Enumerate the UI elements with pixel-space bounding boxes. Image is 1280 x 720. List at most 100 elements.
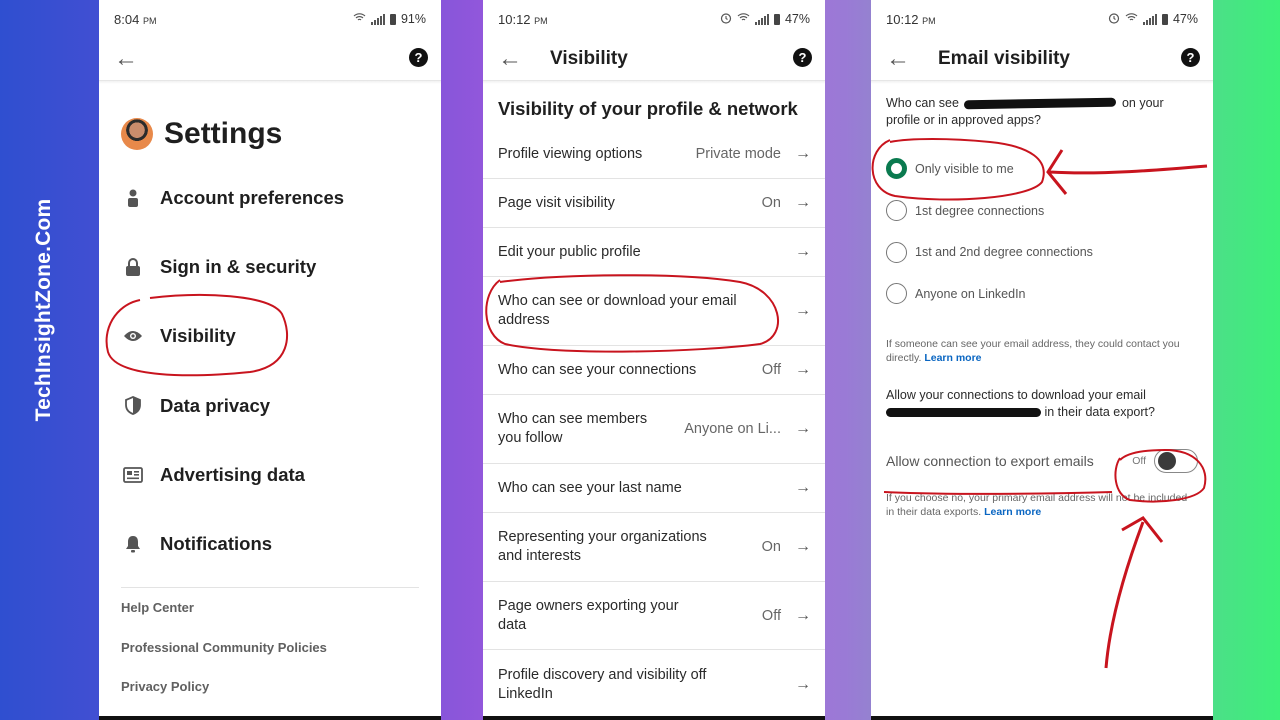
menu-item-label: Visibility bbox=[160, 325, 236, 347]
help-icon[interactable]: ? bbox=[1181, 48, 1200, 67]
arrow-right-icon: → bbox=[795, 606, 811, 624]
radio-1st-degree[interactable]: 1st degree connections bbox=[871, 190, 1213, 232]
avatar[interactable] bbox=[121, 118, 153, 150]
radio-label: 1st and 2nd degree connections bbox=[915, 245, 1093, 260]
help-icon[interactable]: ? bbox=[793, 48, 812, 67]
person-icon bbox=[123, 188, 143, 208]
visibility-screen: 10:12 PM 47% ← Visibility ? Visibility o… bbox=[483, 0, 825, 720]
footer-link-privacy-policy[interactable]: Privacy Policy bbox=[99, 667, 441, 707]
menu-item-advertising-data[interactable]: Advertising data bbox=[99, 440, 441, 509]
battery-icon bbox=[1161, 13, 1168, 25]
radio-1st-2nd-degree[interactable]: 1st and 2nd degree connections bbox=[871, 231, 1213, 273]
row-connections-visibility[interactable]: Who can see your connections Off → bbox=[483, 346, 825, 395]
status-bar: 10:12 PM 47% bbox=[871, 0, 1213, 38]
app-bar: ← ? bbox=[99, 38, 441, 80]
radio-only-visible-to-me[interactable]: Only visible to me bbox=[871, 148, 1213, 190]
toggle-knob bbox=[1158, 451, 1176, 470]
menu-item-account-preferences[interactable]: Account preferences bbox=[99, 163, 441, 232]
settings-screen: 8:04 PM 91% ← ? Settings Account prefere… bbox=[99, 0, 441, 720]
arrow-right-icon: → bbox=[795, 420, 811, 437]
radio-icon[interactable] bbox=[886, 283, 907, 305]
learn-more-link[interactable]: Learn more bbox=[984, 506, 1041, 518]
radio-anyone-on-linkedin[interactable]: Anyone on LinkedIn bbox=[871, 273, 1213, 315]
bell-icon bbox=[123, 534, 143, 554]
menu-item-sign-in-security[interactable]: Sign in & security bbox=[99, 232, 441, 301]
home-bar bbox=[99, 716, 441, 720]
wifi-icon bbox=[353, 12, 366, 26]
radio-label: 1st degree connections bbox=[915, 203, 1045, 218]
status-icons: 91% bbox=[353, 12, 426, 26]
row-label: Profile viewing options bbox=[498, 145, 643, 162]
alarm-icon bbox=[720, 12, 732, 27]
page-title: Email visibility bbox=[938, 48, 1070, 69]
battery-percent: 47% bbox=[784, 12, 810, 26]
status-icons: 47% bbox=[1108, 12, 1198, 27]
question2-text-start: Allow your connections to download your … bbox=[886, 387, 1146, 402]
learn-more-link[interactable]: Learn more bbox=[924, 352, 981, 364]
app-bar: ← Email visibility ? bbox=[871, 38, 1213, 80]
menu-item-visibility[interactable]: Visibility bbox=[99, 302, 441, 371]
export-emails-toggle-row[interactable]: Allow connection to export emails Off bbox=[871, 437, 1213, 485]
arrow-right-icon: → bbox=[795, 194, 811, 211]
radio-label: Only visible to me bbox=[915, 161, 1014, 176]
footer-link-community-policies[interactable]: Professional Community Policies bbox=[99, 627, 441, 667]
status-bar: 10:12 PM 47% bbox=[483, 0, 825, 38]
watermark-brand: TechInsightZone.Com bbox=[32, 198, 55, 422]
row-edit-public-profile[interactable]: Edit your public profile → bbox=[483, 228, 825, 277]
row-value: Off bbox=[761, 607, 781, 624]
arrow-right-icon: → bbox=[795, 145, 811, 162]
newspaper-icon bbox=[123, 465, 143, 485]
radio-icon[interactable] bbox=[886, 200, 907, 222]
wifi-icon bbox=[737, 12, 750, 26]
menu-item-data-privacy[interactable]: Data privacy bbox=[99, 371, 441, 440]
arrow-right-icon: → bbox=[795, 479, 811, 496]
footer-link-help-center[interactable]: Help Center bbox=[99, 588, 441, 628]
question2-text-end: in their data export? bbox=[1044, 404, 1155, 419]
status-time: 8:04 PM bbox=[114, 11, 157, 27]
settings-menu: Account preferences Sign in & security V… bbox=[99, 163, 441, 579]
row-label: Who can see your connections bbox=[498, 361, 697, 378]
row-page-visit-visibility[interactable]: Page visit visibility On → bbox=[483, 179, 825, 228]
row-value: Private mode bbox=[695, 146, 781, 162]
page-title: Settings bbox=[164, 117, 283, 150]
back-arrow-icon[interactable]: ← bbox=[498, 47, 522, 71]
help-icon[interactable]: ? bbox=[409, 48, 428, 67]
redacted-email bbox=[964, 97, 1117, 110]
signal-icon bbox=[370, 13, 385, 25]
email-visibility-screen: 10:12 PM 47% ← Email visibility ? Who ca… bbox=[871, 0, 1213, 720]
back-arrow-icon[interactable]: ← bbox=[114, 47, 138, 71]
row-label: Page owners exporting your data bbox=[498, 597, 679, 633]
row-label: Who can see or download your email addre… bbox=[498, 293, 737, 328]
status-time: 10:12 PM bbox=[886, 11, 936, 27]
row-label: Profile discovery and visibility off Lin… bbox=[498, 666, 707, 702]
menu-item-label: Sign in & security bbox=[160, 255, 317, 277]
row-page-owners-exporting[interactable]: Page owners exporting your data Off → bbox=[483, 582, 825, 650]
radio-selected-icon[interactable] bbox=[886, 158, 907, 180]
row-profile-discovery[interactable]: Profile discovery and visibility off Lin… bbox=[483, 650, 825, 719]
toggle-state-text: Off bbox=[1132, 454, 1146, 467]
row-value: On bbox=[761, 539, 781, 555]
menu-item-label: Data privacy bbox=[160, 394, 271, 416]
row-email-visibility[interactable]: Who can see or download your email addre… bbox=[483, 277, 825, 346]
menu-item-label: Advertising data bbox=[160, 463, 305, 485]
battery-percent: 91% bbox=[400, 12, 426, 26]
radio-icon[interactable] bbox=[886, 241, 907, 263]
question-text-start: Who can see bbox=[886, 96, 959, 110]
export-emails-toggle[interactable] bbox=[1154, 448, 1198, 473]
row-profile-viewing-options[interactable]: Profile viewing options Private mode → bbox=[483, 130, 825, 179]
back-arrow-icon[interactable]: ← bbox=[886, 47, 910, 71]
arrow-right-icon: → bbox=[795, 675, 811, 693]
status-icons: 47% bbox=[720, 12, 810, 27]
battery-percent: 47% bbox=[1172, 12, 1198, 26]
settings-header: Settings bbox=[99, 84, 441, 162]
row-members-you-follow[interactable]: Who can see members you follow Anyone on… bbox=[483, 395, 825, 464]
home-bar bbox=[483, 716, 825, 720]
menu-item-notifications[interactable]: Notifications bbox=[99, 509, 441, 578]
row-representing-organizations[interactable]: Representing your organizations and inte… bbox=[483, 513, 825, 582]
app-bar: ← Visibility ? bbox=[483, 38, 825, 80]
battery-icon bbox=[773, 13, 780, 25]
menu-item-label: Account preferences bbox=[160, 186, 345, 208]
lock-icon bbox=[123, 257, 143, 277]
row-label: Page visit visibility bbox=[498, 194, 615, 211]
row-last-name[interactable]: Who can see your last name → bbox=[483, 464, 825, 513]
